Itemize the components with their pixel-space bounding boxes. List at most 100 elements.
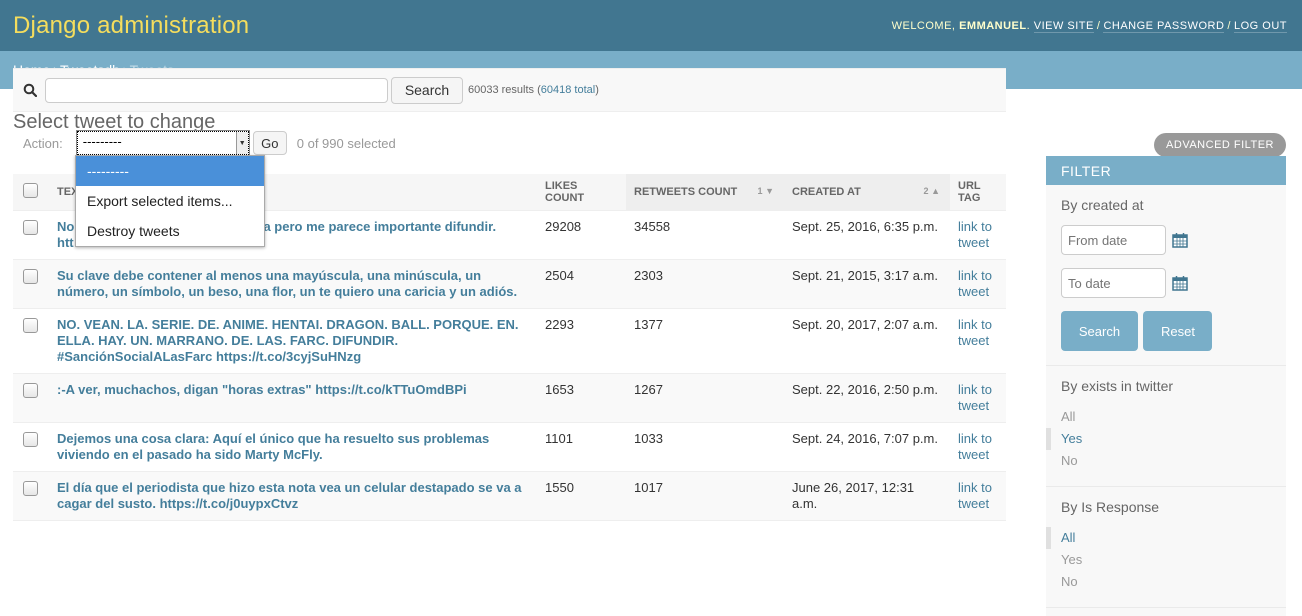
column-header-retweets-label: Retweets count — [634, 185, 738, 198]
filter-is-response: By Is Response All Yes No — [1046, 487, 1286, 608]
action-option-blank[interactable]: --------- — [76, 156, 264, 186]
column-header-created[interactable]: Created at 2 ▲ — [784, 174, 950, 211]
filter-created-at: By created at Search Reset — [1046, 185, 1286, 366]
filter-option-no[interactable]: No — [1061, 450, 1271, 472]
likes-count: 2504 — [537, 259, 626, 309]
filter-heading: By Is Response — [1061, 499, 1160, 515]
created-at: Sept. 25, 2016, 6:35 p.m. — [784, 210, 950, 260]
sort-priority: 1 — [757, 186, 763, 196]
retweets-count: 1267 — [626, 373, 784, 423]
row-checkbox[interactable] — [23, 480, 38, 496]
likes-count: 29208 — [537, 210, 626, 260]
sort-ascending-icon: ▲ — [931, 186, 940, 196]
link-to-tweet[interactable]: link to tweet — [958, 431, 992, 462]
filter-option-no[interactable]: No — [1061, 571, 1271, 593]
link-to-tweet[interactable]: link to tweet — [958, 219, 992, 250]
sort-descending-icon: ▼ — [765, 186, 774, 196]
table-row: Dejemos una cosa clara: Aquí el único qu… — [13, 422, 1006, 472]
filter-option-yes[interactable]: Yes — [1046, 428, 1271, 450]
search-button[interactable]: Search — [391, 76, 463, 104]
likes-count: 2293 — [537, 308, 626, 374]
likes-count: 1653 — [537, 373, 626, 423]
action-dropdown: --------- Export selected items... Destr… — [75, 155, 265, 247]
row-checkbox[interactable] — [23, 431, 38, 447]
user-tools: Welcome, Emmanuel. View site / Change pass… — [891, 19, 1287, 33]
filter-title: Filter — [1046, 156, 1286, 185]
filter-sidebar: Filter By created at Search — [1046, 156, 1286, 616]
retweets-count: 1377 — [626, 308, 784, 374]
table-row: NO. VEAN. LA. SERIE. DE. ANIME. HENTAI. … — [13, 308, 1006, 374]
column-header-likes[interactable]: Likes count — [537, 174, 626, 211]
retweets-count: 1033 — [626, 422, 784, 472]
search-icon — [23, 83, 37, 97]
filter-reset-button[interactable]: Reset — [1143, 311, 1213, 351]
row-checkbox[interactable] — [23, 317, 38, 333]
likes-count: 1550 — [537, 471, 626, 521]
tweet-text-link[interactable]: El día que el periodista que hizo esta n… — [57, 480, 522, 511]
filter-option-all[interactable]: All — [1061, 406, 1271, 428]
row-checkbox[interactable] — [23, 268, 38, 284]
from-date-input[interactable] — [1061, 225, 1166, 255]
retweets-count: 34558 — [626, 210, 784, 260]
filter-search-button[interactable]: Search — [1061, 311, 1138, 351]
tweet-text-link[interactable]: Dejemos una cosa clara: Aquí el único qu… — [57, 431, 489, 462]
filter-exists-in-twitter: By exists in twitter All Yes No — [1046, 366, 1286, 487]
column-header-url-tag: URL tag — [950, 174, 1006, 211]
retweets-count: 1017 — [626, 471, 784, 521]
header: Django administration Welcome, Emmanuel.… — [0, 0, 1302, 51]
go-button[interactable]: Go — [252, 131, 287, 155]
action-label: Action: — [23, 135, 63, 151]
filter-option-yes[interactable]: Yes — [1061, 549, 1271, 571]
action-select[interactable]: --------- ▼ — [75, 130, 250, 156]
likes-count: 1101 — [537, 422, 626, 472]
created-at: Sept. 22, 2016, 2:50 p.m. — [784, 373, 950, 423]
row-checkbox[interactable] — [23, 219, 38, 235]
column-header-retweets[interactable]: Retweets count 1 ▼ — [626, 174, 784, 211]
link-to-tweet[interactable]: link to tweet — [958, 268, 992, 299]
sort-indicator[interactable]: 1 ▼ — [758, 186, 774, 196]
select-all-cell — [13, 174, 49, 211]
table-row: :-A ver, muchachos, digan "horas extras"… — [13, 373, 1006, 423]
show-all-link[interactable]: 60418 total — [541, 84, 595, 96]
filter-heading: By created at — [1061, 197, 1144, 213]
link-to-tweet[interactable]: link to tweet — [958, 317, 992, 348]
created-at: June 26, 2017, 12:31 a.m. — [784, 471, 950, 521]
result-count: 60033 results (60418 total) — [468, 84, 599, 96]
select-all-checkbox[interactable] — [23, 183, 38, 199]
link-to-tweet[interactable]: link to tweet — [958, 382, 992, 413]
welcome-text: Welcome, — [891, 19, 956, 32]
sort-priority: 2 — [923, 186, 929, 196]
created-at: Sept. 20, 2017, 2:07 a.m. — [784, 308, 950, 374]
tweet-text-visible: paña pero me parece importante difundir. — [240, 218, 497, 234]
table-row: Su clave debe contener al menos una mayú… — [13, 259, 1006, 309]
table-row: El día que el periodista que hizo esta n… — [13, 471, 1006, 521]
view-site-link[interactable]: View site — [1033, 19, 1094, 33]
search-input[interactable] — [45, 77, 388, 103]
log-out-link[interactable]: Log out — [1233, 19, 1287, 33]
retweets-count: 2303 — [626, 259, 784, 309]
column-header-created-label: Created at — [792, 185, 861, 198]
tweet-text-link[interactable]: Su clave debe contener al menos una mayú… — [57, 268, 517, 299]
tweet-text-line2: htt — [57, 234, 74, 250]
calendar-icon[interactable] — [1172, 275, 1188, 291]
calendar-icon[interactable] — [1172, 232, 1188, 248]
filter-heading: By exists in twitter — [1061, 378, 1174, 394]
to-date-input[interactable] — [1061, 268, 1166, 298]
change-password-link[interactable]: Change password — [1103, 19, 1225, 33]
tweet-text-link[interactable]: NO. VEAN. LA. SERIE. DE. ANIME. HENTAI. … — [57, 317, 519, 364]
sort-indicator[interactable]: 2 ▲ — [924, 186, 940, 196]
action-option-destroy[interactable]: Destroy tweets — [76, 216, 264, 246]
changelist: Search 60033 results (60418 total) Actio… — [13, 68, 1006, 521]
row-checkbox[interactable] — [23, 382, 38, 398]
results-text: 60033 results — [468, 84, 535, 96]
filter-option-all[interactable]: All — [1046, 527, 1271, 549]
site-branding[interactable]: Django administration — [13, 12, 249, 40]
tweet-text-link[interactable]: :-A ver, muchachos, digan "horas extras"… — [57, 382, 467, 397]
selection-counter: 0 of 990 selected — [296, 135, 396, 151]
chevron-down-icon: ▼ — [235, 132, 248, 154]
tweet-text-start: No — [57, 218, 75, 234]
action-option-export[interactable]: Export selected items... — [76, 186, 264, 216]
username: Emmanuel — [959, 19, 1027, 32]
link-to-tweet[interactable]: link to tweet — [958, 480, 992, 511]
advanced-filter-button[interactable]: Advanced filter — [1154, 133, 1286, 157]
